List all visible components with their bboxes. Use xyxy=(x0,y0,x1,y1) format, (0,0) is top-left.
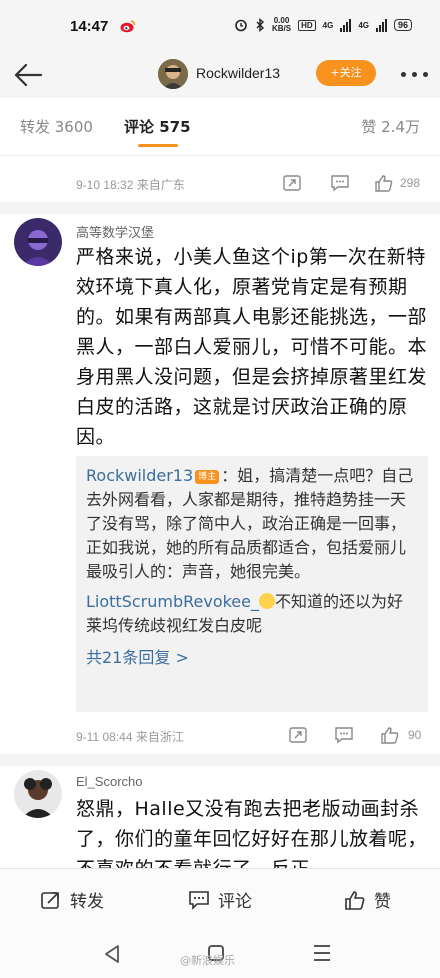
bottom-action-bar: 转发 评论 赞 xyxy=(0,868,440,930)
emoji-icon xyxy=(259,593,275,609)
status-time: 14:47 xyxy=(70,18,109,35)
system-nav-bar: @新浪娱乐 xyxy=(0,930,440,978)
comment-list: 9-10 18:32 来自广东 298 高等数学汉堡 严格来说，小美人鱼这个ip… xyxy=(0,156,440,868)
like-label: 赞 xyxy=(374,892,391,912)
signal-icon xyxy=(340,18,352,32)
tab-repost[interactable]: 转发 3600 xyxy=(20,116,93,137)
comment-text: 怒鼎，Halle又没有跑去把老版动画封杀了，你们的童年回忆好好在那儿放着呢，不喜… xyxy=(76,798,428,868)
commenter-avatar[interactable] xyxy=(14,770,62,818)
status-icons: 0.00 KB/S HD 4G 4G 96 xyxy=(234,17,412,33)
bluetooth-icon xyxy=(256,18,264,32)
author-badge: 博主 xyxy=(195,470,220,484)
top-nav: Rockwilder13 +关注 xyxy=(0,52,440,98)
like-icon[interactable] xyxy=(380,726,400,744)
comment-text: 严格来说，小美人鱼这个ip第一次在新特效环境下真人化，原著党肯定是有预期的。如果… xyxy=(76,246,428,448)
network-type-1: 4G xyxy=(322,20,334,30)
reply-item[interactable]: LiottScrumbRevokee_ 不知道的还以为好莱坞传统歧视红发白皮呢 xyxy=(86,590,418,638)
comment-divider xyxy=(0,202,440,214)
hd-icon: HD xyxy=(298,19,316,31)
network-type-2: 4G xyxy=(358,20,369,30)
interaction-tabs: 转发 3600 评论 575 赞 2.4万 xyxy=(0,98,440,156)
repost-label: 转发 xyxy=(70,892,104,912)
commenter-username[interactable]: 高等数学汉堡 xyxy=(76,222,154,241)
weibo-notification-icon xyxy=(120,20,136,33)
like-count: 90 xyxy=(408,728,422,742)
comment-meta-row: 9-10 18:32 来自广东 298 xyxy=(0,172,440,196)
comment-time-location: 9-10 18:32 来自广东 xyxy=(76,178,185,192)
like-icon[interactable] xyxy=(374,174,394,192)
back-arrow-icon[interactable] xyxy=(12,61,44,89)
weibo-watermark: @新浪娱乐 xyxy=(180,954,235,967)
status-bar: 14:47 0.00 KB/S HD 4G 4G 96 xyxy=(0,0,440,52)
tab-like[interactable]: 赞 2.4万 xyxy=(361,116,420,137)
repost-icon xyxy=(41,891,59,909)
repost-button[interactable]: 转发 xyxy=(40,887,104,912)
comment-time-location: 9-11 08:44 来自浙江 xyxy=(76,730,184,744)
commenter-username[interactable]: El_Scorcho xyxy=(76,774,142,789)
comment-button[interactable]: 评论 xyxy=(188,887,252,912)
comment-icon xyxy=(189,890,209,910)
share-icon[interactable] xyxy=(282,174,302,192)
follow-button[interactable]: +关注 xyxy=(316,60,376,86)
author-avatar[interactable] xyxy=(158,59,188,89)
author-username[interactable]: Rockwilder13 xyxy=(196,65,280,81)
more-options-icon[interactable] xyxy=(401,72,428,77)
thumbs-up-icon xyxy=(345,890,365,910)
system-menu-icon[interactable] xyxy=(314,945,330,966)
reply-username[interactable]: LiottScrumbRevokee_ xyxy=(86,592,259,611)
like-count: 298 xyxy=(400,176,421,190)
share-icon[interactable] xyxy=(288,726,308,744)
reply-item[interactable]: Rockwilder13 博主 ：姐，搞清楚一点吧？自己去外网看看，人家都是期待，推… xyxy=(86,464,418,584)
network-speed: 0.00 KB/S xyxy=(271,16,292,33)
system-back-icon[interactable] xyxy=(103,944,121,964)
signal-icon-2 xyxy=(375,18,387,32)
commenter-avatar[interactable] xyxy=(14,218,62,266)
reply-icon[interactable] xyxy=(330,174,350,192)
comment-label: 评论 xyxy=(218,892,252,912)
comment-meta-row: 9-11 08:44 来自浙江 90 xyxy=(0,724,440,748)
reply-username[interactable]: Rockwilder13 xyxy=(86,466,193,485)
reply-icon[interactable] xyxy=(334,726,354,744)
comment-divider xyxy=(0,754,440,766)
active-tab-indicator xyxy=(138,144,178,147)
replies-box: Rockwilder13 博主 ：姐，搞清楚一点吧？自己去外网看看，人家都是期待，推… xyxy=(76,456,428,712)
alarm-icon xyxy=(235,19,247,32)
view-all-replies-link[interactable]: 共21条回复 > xyxy=(86,644,418,668)
like-button[interactable]: 赞 xyxy=(344,887,391,912)
battery-icon: 96 xyxy=(393,19,412,31)
tab-comment[interactable]: 评论 575 xyxy=(124,116,191,137)
